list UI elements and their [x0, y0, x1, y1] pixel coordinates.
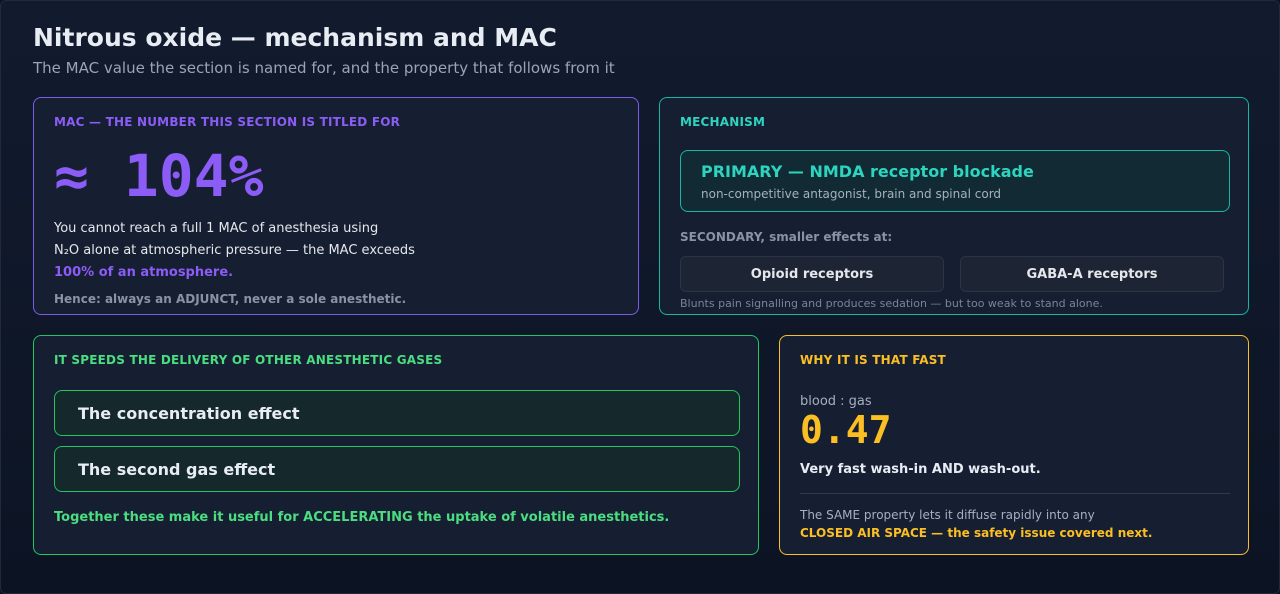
divider	[800, 493, 1230, 494]
why-card: WHY IT IS THAT FAST blood : gas 0.47 Ver…	[779, 335, 1249, 555]
mac-note: Hence: always an ADJUNCT, never a sole a…	[54, 292, 407, 306]
partition-ratio-value: 0.47	[800, 408, 892, 452]
why-body-line-1: The SAME property lets it diffuse rapidl…	[800, 508, 1095, 522]
slide-frame: Nitrous oxide — mechanism and MAC The MA…	[0, 0, 1280, 594]
receptor-chip-opioid: Opioid receptors	[680, 256, 944, 292]
mac-card-label: MAC — THE NUMBER THIS SECTION IS TITLED …	[54, 115, 401, 129]
secondary-effects-label: SECONDARY, smaller effects at:	[680, 230, 893, 244]
page-subtitle: The MAC value the section is named for, …	[33, 59, 615, 77]
mac-body-line-2: N₂O alone at atmospheric pressure — the …	[54, 243, 415, 258]
receptor-chip-gaba-a: GABA-A receptors	[960, 256, 1224, 292]
why-body: The SAME property lets it diffuse rapidl…	[800, 506, 1152, 542]
why-card-label: WHY IT IS THAT FAST	[800, 353, 946, 367]
mechanism-card: MECHANISM PRIMARY — NMDA receptor blocka…	[659, 97, 1249, 315]
page-title: Nitrous oxide — mechanism and MAC	[33, 23, 557, 52]
mac-body-line-1: You cannot reach a full 1 MAC of anesthe…	[54, 221, 379, 236]
mac-value: ≈ 104%	[54, 142, 264, 210]
speed-note: Together these make it useful for ACCELE…	[54, 510, 670, 525]
mac-body-accent: 100% of an atmosphere.	[54, 265, 234, 280]
effect-item-second-gas: The second gas effect	[54, 446, 740, 492]
mac-body: You cannot reach a full 1 MAC of anesthe…	[54, 218, 474, 284]
primary-mechanism-title: PRIMARY — NMDA receptor blockade	[701, 162, 1034, 181]
primary-mechanism-subtitle: non-competitive antagonist, brain and sp…	[701, 187, 1002, 201]
speed-card-label: IT SPEEDS THE DELIVERY OF OTHER ANESTHET…	[54, 353, 443, 367]
partition-ratio-label: blood : gas	[800, 394, 872, 409]
effect-item-concentration: The concentration effect	[54, 390, 740, 436]
speed-card: IT SPEEDS THE DELIVERY OF OTHER ANESTHET…	[33, 335, 759, 555]
primary-mechanism-box: PRIMARY — NMDA receptor blockade non-com…	[680, 150, 1230, 212]
washout-statement: Very fast wash-in AND wash-out.	[800, 462, 1041, 477]
mac-card: MAC — THE NUMBER THIS SECTION IS TITLED …	[33, 97, 639, 315]
why-body-accent: CLOSED AIR SPACE — the safety issue cove…	[800, 526, 1153, 540]
mechanism-note: Blunts pain signalling and produces seda…	[680, 297, 1103, 310]
mechanism-card-label: MECHANISM	[680, 115, 766, 129]
